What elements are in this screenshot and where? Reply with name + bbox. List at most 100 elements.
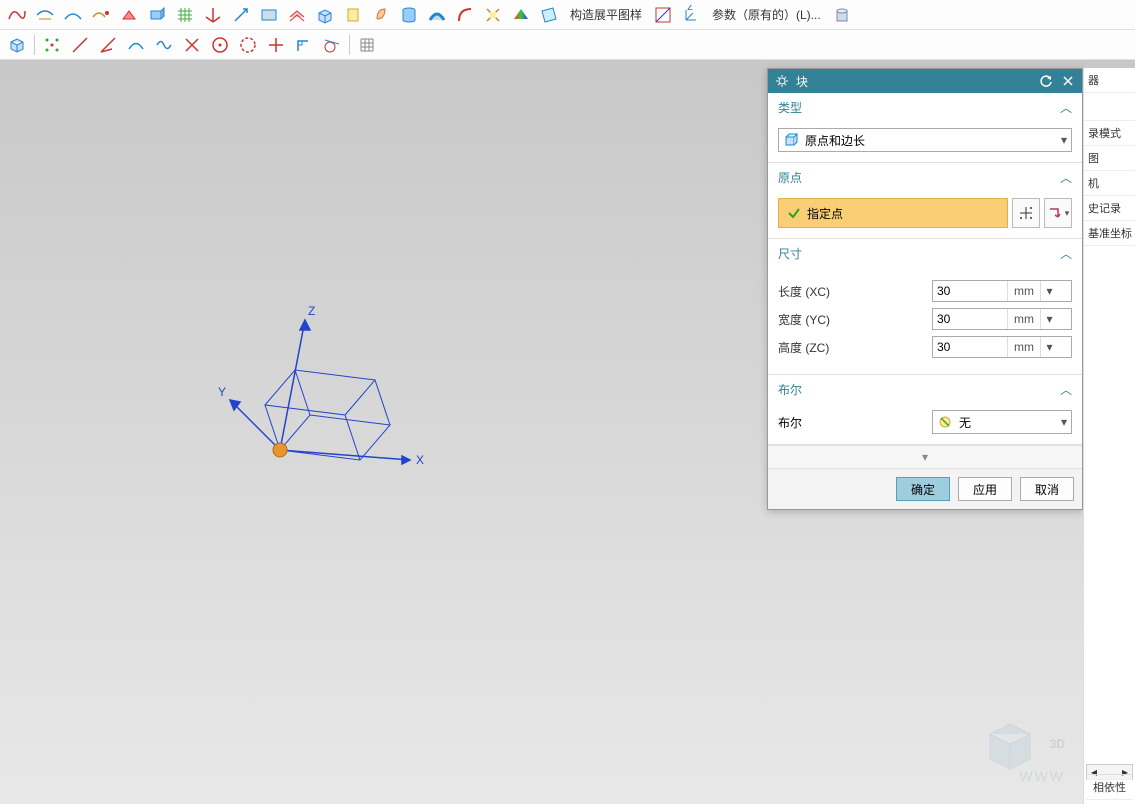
cancel-button[interactable]: 取消 [1020, 477, 1074, 501]
box-origin-icon [783, 132, 799, 148]
snap-spline-icon[interactable] [151, 32, 177, 58]
right-panel: 器 录模式 图 机 史记录 基准坐标 ◂▸ 相依性 [1083, 68, 1135, 804]
extrude-tool-icon[interactable] [340, 2, 366, 28]
plane-tool-icon[interactable] [256, 2, 282, 28]
snap-perp-icon[interactable] [291, 32, 317, 58]
right-item[interactable]: 史记录 [1084, 196, 1135, 221]
length-unit: mm [1007, 281, 1040, 301]
csys-z-icon[interactable]: z [678, 2, 704, 28]
height-dropdown[interactable]: ▾ [1040, 337, 1058, 357]
curve-tool-2-icon[interactable] [32, 2, 58, 28]
point-dialog-button[interactable]: ▾ [1044, 198, 1072, 228]
cube-icon[interactable] [4, 32, 30, 58]
block-dialog: 块 类型 ︿ 原点和边长 ▾ 原点 ︿ [767, 68, 1083, 510]
ok-button[interactable]: 确定 [896, 477, 950, 501]
bool-combo[interactable]: 无 ▾ [932, 410, 1072, 434]
gear-icon[interactable] [774, 73, 790, 89]
snap-curve-icon[interactable] [123, 32, 149, 58]
caret-down-icon: ▾ [1061, 415, 1067, 429]
axis-tool-icon[interactable] [200, 2, 226, 28]
dialog-titlebar[interactable]: 块 [768, 69, 1082, 93]
width-unit: mm [1007, 309, 1040, 329]
section-origin: 原点 ︿ 指定点 ▾ [768, 163, 1082, 239]
width-dropdown[interactable]: ▾ [1040, 309, 1058, 329]
length-input[interactable] [933, 281, 1007, 301]
right-footer[interactable]: 相依性 [1086, 774, 1133, 800]
sweep-tool-icon[interactable] [424, 2, 450, 28]
width-input-wrap: mm ▾ [932, 308, 1072, 330]
grid-icon[interactable] [354, 32, 380, 58]
snap-points-icon[interactable] [39, 32, 65, 58]
flatpattern-label[interactable]: 构造展平图样 [564, 6, 648, 23]
dim-row-height: 高度 (ZC) mm ▾ [778, 336, 1072, 358]
csys-plot-icon[interactable] [650, 2, 676, 28]
dim-row-length: 长度 (XC) mm ▾ [778, 280, 1072, 302]
svg-text:z: z [687, 5, 693, 13]
none-icon [937, 414, 953, 430]
surface-tool-2-icon[interactable] [144, 2, 170, 28]
mesh-tool-icon[interactable] [172, 2, 198, 28]
snap-center-icon[interactable] [207, 32, 233, 58]
width-input[interactable] [933, 309, 1007, 329]
chevron-up-icon: ︿ [1060, 169, 1072, 186]
snap-angle-icon[interactable] [95, 32, 121, 58]
chevron-up-icon: ︿ [1060, 99, 1072, 116]
curve-tool-4-icon[interactable] [88, 2, 114, 28]
curve-tool-1-icon[interactable] [4, 2, 30, 28]
dim-row-width: 宽度 (YC) mm ▾ [778, 308, 1072, 330]
right-item[interactable]: 器 [1084, 68, 1135, 93]
toolbar-row-1: 构造展平图样 z 参数（原有的）(L)... [0, 0, 1135, 30]
color-tool-icon[interactable] [508, 2, 534, 28]
snap-intersection-icon[interactable] [179, 32, 205, 58]
section-dims-header[interactable]: 尺寸 ︿ [768, 239, 1082, 268]
section-bool-header[interactable]: 布尔 ︿ [768, 375, 1082, 404]
revolve-tool-icon[interactable] [368, 2, 394, 28]
trim-tool-icon[interactable] [480, 2, 506, 28]
section-origin-header[interactable]: 原点 ︿ [768, 163, 1082, 192]
axis-x-label: X [416, 453, 424, 467]
height-input-wrap: mm ▾ [932, 336, 1072, 358]
bool-label: 布尔 [778, 414, 802, 431]
container-tool-icon[interactable] [829, 2, 855, 28]
curve-red-icon[interactable] [452, 2, 478, 28]
snap-line-icon[interactable] [67, 32, 93, 58]
chevron-up-icon: ︿ [1060, 381, 1072, 398]
curve-tool-3-icon[interactable] [60, 2, 86, 28]
axis-z-label: Z [308, 304, 315, 318]
specify-point-field[interactable]: 指定点 [778, 198, 1008, 228]
snap-tangent-icon[interactable] [319, 32, 345, 58]
chevron-up-icon: ︿ [1060, 245, 1072, 262]
snap-arc-icon[interactable] [235, 32, 261, 58]
dialog-title-text: 块 [796, 73, 808, 90]
length-dropdown[interactable]: ▾ [1040, 281, 1058, 301]
watermark-sub: WWW [1019, 768, 1065, 784]
section-type-header[interactable]: 类型 ︿ [768, 93, 1082, 122]
check-icon [787, 206, 801, 220]
caret-down-icon: ▾ [1061, 133, 1067, 147]
right-item[interactable]: 图 [1084, 146, 1135, 171]
axis-y-label: Y [218, 385, 226, 399]
height-input[interactable] [933, 337, 1007, 357]
close-icon[interactable] [1060, 73, 1076, 89]
reset-icon[interactable] [1038, 73, 1054, 89]
cylinder-tool-icon[interactable] [396, 2, 422, 28]
right-item[interactable]: 录模式 [1084, 121, 1135, 146]
right-item[interactable]: 机 [1084, 171, 1135, 196]
box-tool-icon[interactable] [312, 2, 338, 28]
offset-surface-icon[interactable] [284, 2, 310, 28]
toolbar-row-2 [0, 30, 1135, 60]
sheet-tool-icon[interactable] [536, 2, 562, 28]
section-dimensions: 尺寸 ︿ 长度 (XC) mm ▾ 宽度 (YC) mm ▾ [768, 239, 1082, 375]
apply-button[interactable]: 应用 [958, 477, 1012, 501]
watermark: 3D [980, 714, 1065, 774]
section-type: 类型 ︿ 原点和边长 ▾ [768, 93, 1082, 163]
type-combo[interactable]: 原点和边长 ▾ [778, 128, 1072, 152]
separator [34, 35, 35, 55]
snap-cross-icon[interactable] [263, 32, 289, 58]
expand-more[interactable]: ▾ [768, 445, 1082, 469]
params-label[interactable]: 参数（原有的）(L)... [706, 6, 827, 23]
right-item[interactable]: 基准坐标 [1084, 221, 1135, 246]
vector-tool-icon[interactable] [228, 2, 254, 28]
surface-tool-1-icon[interactable] [116, 2, 142, 28]
point-constructor-button[interactable] [1012, 198, 1040, 228]
